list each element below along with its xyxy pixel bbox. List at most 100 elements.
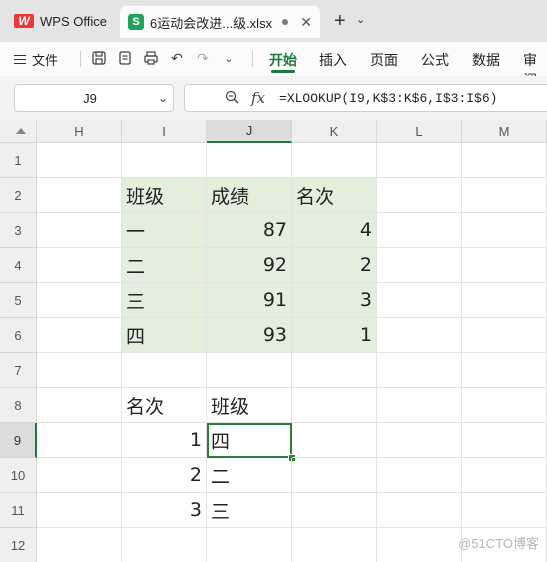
cell-m7[interactable] xyxy=(462,353,547,388)
cell-h9[interactable] xyxy=(37,423,122,458)
cell-h3[interactable] xyxy=(37,213,122,248)
cell-m8[interactable] xyxy=(462,388,547,423)
row-header-9[interactable]: 9 xyxy=(0,423,37,458)
cell-j11[interactable]: 三 xyxy=(207,493,292,528)
tab-formulas[interactable]: 公式 xyxy=(421,50,449,70)
cell-i2[interactable]: 班级 xyxy=(122,178,207,213)
cell-i7[interactable] xyxy=(122,353,207,388)
close-tab-icon[interactable]: ✕ xyxy=(300,14,312,31)
cell-i11[interactable]: 3 xyxy=(122,493,207,528)
cell-l12[interactable] xyxy=(377,528,462,562)
cell-m10[interactable] xyxy=(462,458,547,493)
cell-k3[interactable]: 4 xyxy=(292,213,377,248)
cell-i10[interactable]: 2 xyxy=(122,458,207,493)
redo-icon[interactable]: ↷ xyxy=(194,49,212,67)
cell-h7[interactable] xyxy=(37,353,122,388)
cell-h2[interactable] xyxy=(37,178,122,213)
cell-m2[interactable] xyxy=(462,178,547,213)
cell-h8[interactable] xyxy=(37,388,122,423)
cell-l7[interactable] xyxy=(377,353,462,388)
tab-page[interactable]: 页面 xyxy=(370,50,398,70)
cell-j9[interactable]: 四 xyxy=(207,423,292,458)
cell-k2[interactable]: 名次 xyxy=(292,178,377,213)
undo-icon[interactable]: ↶ xyxy=(168,49,186,67)
row-header-8[interactable]: 8 xyxy=(0,388,37,423)
row-header-4[interactable]: 4 xyxy=(0,248,37,283)
column-header-k[interactable]: K xyxy=(292,120,377,143)
cell-j8[interactable]: 班级 xyxy=(207,388,292,423)
zoom-magnifier-icon[interactable] xyxy=(225,90,239,107)
cell-k5[interactable]: 3 xyxy=(292,283,377,318)
cell-k10[interactable] xyxy=(292,458,377,493)
export-pdf-icon[interactable] xyxy=(116,49,134,67)
column-header-i[interactable]: I xyxy=(122,120,207,143)
cell-l3[interactable] xyxy=(377,213,462,248)
row-header-7[interactable]: 7 xyxy=(0,353,37,388)
file-menu-button[interactable]: 文件 xyxy=(14,50,58,69)
cell-m4[interactable] xyxy=(462,248,547,283)
tab-insert[interactable]: 插入 xyxy=(319,50,347,70)
row-header-11[interactable]: 11 xyxy=(0,493,37,528)
cell-area[interactable]: 班级 成绩 名次一 87 4 二 92 2 三 91 3 四 93 1 名次 班级 1 四 2 二 3 三 xyxy=(37,143,547,562)
cell-l6[interactable] xyxy=(377,318,462,353)
cell-h5[interactable] xyxy=(37,283,122,318)
name-box[interactable]: J9 ⌄ xyxy=(14,84,174,112)
cell-i6[interactable]: 四 xyxy=(122,318,207,353)
print-icon[interactable] xyxy=(142,49,160,67)
row-header-2[interactable]: 2 xyxy=(0,178,37,213)
column-header-j[interactable]: J xyxy=(207,120,292,143)
cell-i9[interactable]: 1 xyxy=(122,423,207,458)
document-tab[interactable]: S 6运动会改进...级.xlsx ✕ xyxy=(120,6,320,38)
row-header-1[interactable]: 1 xyxy=(0,143,37,178)
cell-j6[interactable]: 93 xyxy=(207,318,292,353)
cell-k1[interactable] xyxy=(292,143,377,178)
cell-h10[interactable] xyxy=(37,458,122,493)
row-header-3[interactable]: 3 xyxy=(0,213,37,248)
save-icon[interactable] xyxy=(90,49,108,67)
cell-l8[interactable] xyxy=(377,388,462,423)
cell-k8[interactable] xyxy=(292,388,377,423)
cell-j12[interactable] xyxy=(207,528,292,562)
row-header-10[interactable]: 10 xyxy=(0,458,37,493)
spreadsheet-grid[interactable]: H I J K L M 1 2 3 4 5 6 7 8 9 10 11 12 班… xyxy=(0,120,547,562)
cell-j4[interactable]: 92 xyxy=(207,248,292,283)
column-header-l[interactable]: L xyxy=(377,120,462,143)
cell-k12[interactable] xyxy=(292,528,377,562)
cell-m5[interactable] xyxy=(462,283,547,318)
new-tab-plus-icon[interactable]: + xyxy=(334,11,346,31)
cell-l1[interactable] xyxy=(377,143,462,178)
more-chevron-down-icon[interactable]: ⌄ xyxy=(220,49,238,67)
name-box-chevron-down-icon[interactable]: ⌄ xyxy=(153,91,173,105)
cell-h6[interactable] xyxy=(37,318,122,353)
cell-l11[interactable] xyxy=(377,493,462,528)
row-header-6[interactable]: 6 xyxy=(0,318,37,353)
tab-home[interactable]: 开始 xyxy=(269,50,297,70)
row-header-5[interactable]: 5 xyxy=(0,283,37,318)
cell-k7[interactable] xyxy=(292,353,377,388)
cell-l10[interactable] xyxy=(377,458,462,493)
select-all-corner[interactable] xyxy=(0,120,37,143)
cell-i1[interactable] xyxy=(122,143,207,178)
cell-h1[interactable] xyxy=(37,143,122,178)
column-header-m[interactable]: M xyxy=(462,120,547,143)
row-header-12[interactable]: 12 xyxy=(0,528,37,562)
cell-k4[interactable]: 2 xyxy=(292,248,377,283)
cell-h4[interactable] xyxy=(37,248,122,283)
insert-function-fx-icon[interactable]: fx xyxy=(251,89,265,107)
cell-i12[interactable] xyxy=(122,528,207,562)
cell-j10[interactable]: 二 xyxy=(207,458,292,493)
cell-k11[interactable] xyxy=(292,493,377,528)
cell-m6[interactable] xyxy=(462,318,547,353)
cell-l9[interactable] xyxy=(377,423,462,458)
cell-i5[interactable]: 三 xyxy=(122,283,207,318)
wps-home-tab[interactable]: W WPS Office xyxy=(6,6,112,36)
cell-i4[interactable]: 二 xyxy=(122,248,207,283)
cell-j3[interactable]: 87 xyxy=(207,213,292,248)
cell-j7[interactable] xyxy=(207,353,292,388)
cell-k6[interactable]: 1 xyxy=(292,318,377,353)
cell-j5[interactable]: 91 xyxy=(207,283,292,318)
tab-data[interactable]: 数据 xyxy=(472,50,500,70)
cell-l2[interactable] xyxy=(377,178,462,213)
cell-l5[interactable] xyxy=(377,283,462,318)
formula-input[interactable]: fx =XLOOKUP(I9,K$3:K$6,I$3:I$6) xyxy=(184,84,547,112)
